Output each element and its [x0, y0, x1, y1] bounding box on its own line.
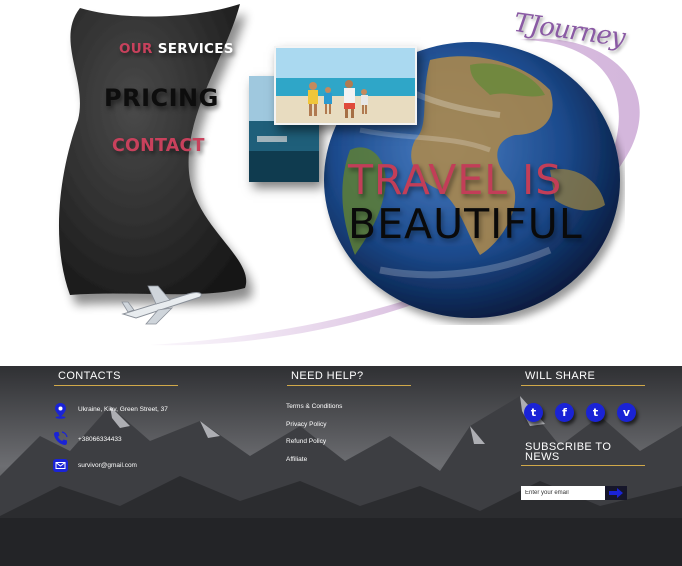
nav-our-services[interactable]: OUR SERVICES — [119, 41, 234, 57]
subscribe-email-input[interactable] — [521, 486, 605, 500]
location-pin-icon — [55, 403, 66, 419]
terms-conditions-link[interactable]: Terms & Conditions — [286, 403, 342, 410]
privacy-policy-link[interactable]: Privacy Policy — [286, 421, 326, 428]
twitter-icon[interactable]: t — [524, 403, 543, 422]
facebook-icon[interactable]: f — [555, 403, 574, 422]
headline-line-2: BEAUTIFUL — [348, 200, 583, 248]
contact-email[interactable]: survivor@gmail.com — [78, 462, 178, 469]
email-icon — [53, 459, 68, 472]
phone-icon — [54, 431, 68, 445]
subscribe-submit-button[interactable] — [605, 486, 627, 500]
vimeo-icon[interactable]: v — [617, 403, 636, 422]
need-help-heading: NEED HELP? — [287, 370, 411, 386]
contacts-heading: CONTACTS — [54, 370, 178, 386]
hero-headline: TRAVEL IS BEAUTIFUL — [348, 160, 583, 245]
footer: CONTACTS Ukraine, Kiev, Green Street, 37… — [0, 366, 682, 566]
nav-pricing[interactable]: PRICING — [104, 84, 219, 112]
arrow-right-icon — [609, 488, 623, 498]
airplane-image — [121, 285, 202, 325]
affiliate-link[interactable]: Affiliate — [286, 456, 307, 463]
nav-services-accent: OUR — [119, 41, 153, 57]
contact-phone[interactable]: +38066334433 — [78, 436, 178, 443]
will-share-heading: WILL SHARE — [521, 370, 645, 386]
tumblr-icon[interactable]: t — [586, 403, 605, 422]
subscribe-heading: SUBSCRIBE TO NEWS — [521, 442, 645, 466]
contact-address: Ukraine, Kiev, Green Street, 37 — [78, 406, 168, 413]
nav-contact[interactable]: CONTACT — [112, 136, 205, 156]
headline-line-1: TRAVEL IS — [348, 156, 563, 204]
family-beach-photo — [274, 46, 417, 125]
refund-policy-link[interactable]: Refund Policy — [286, 438, 326, 445]
nav-services-rest: SERVICES — [152, 41, 234, 57]
hero-section: OUR SERVICES PRICING CONTACT TJourney TR… — [0, 0, 682, 366]
